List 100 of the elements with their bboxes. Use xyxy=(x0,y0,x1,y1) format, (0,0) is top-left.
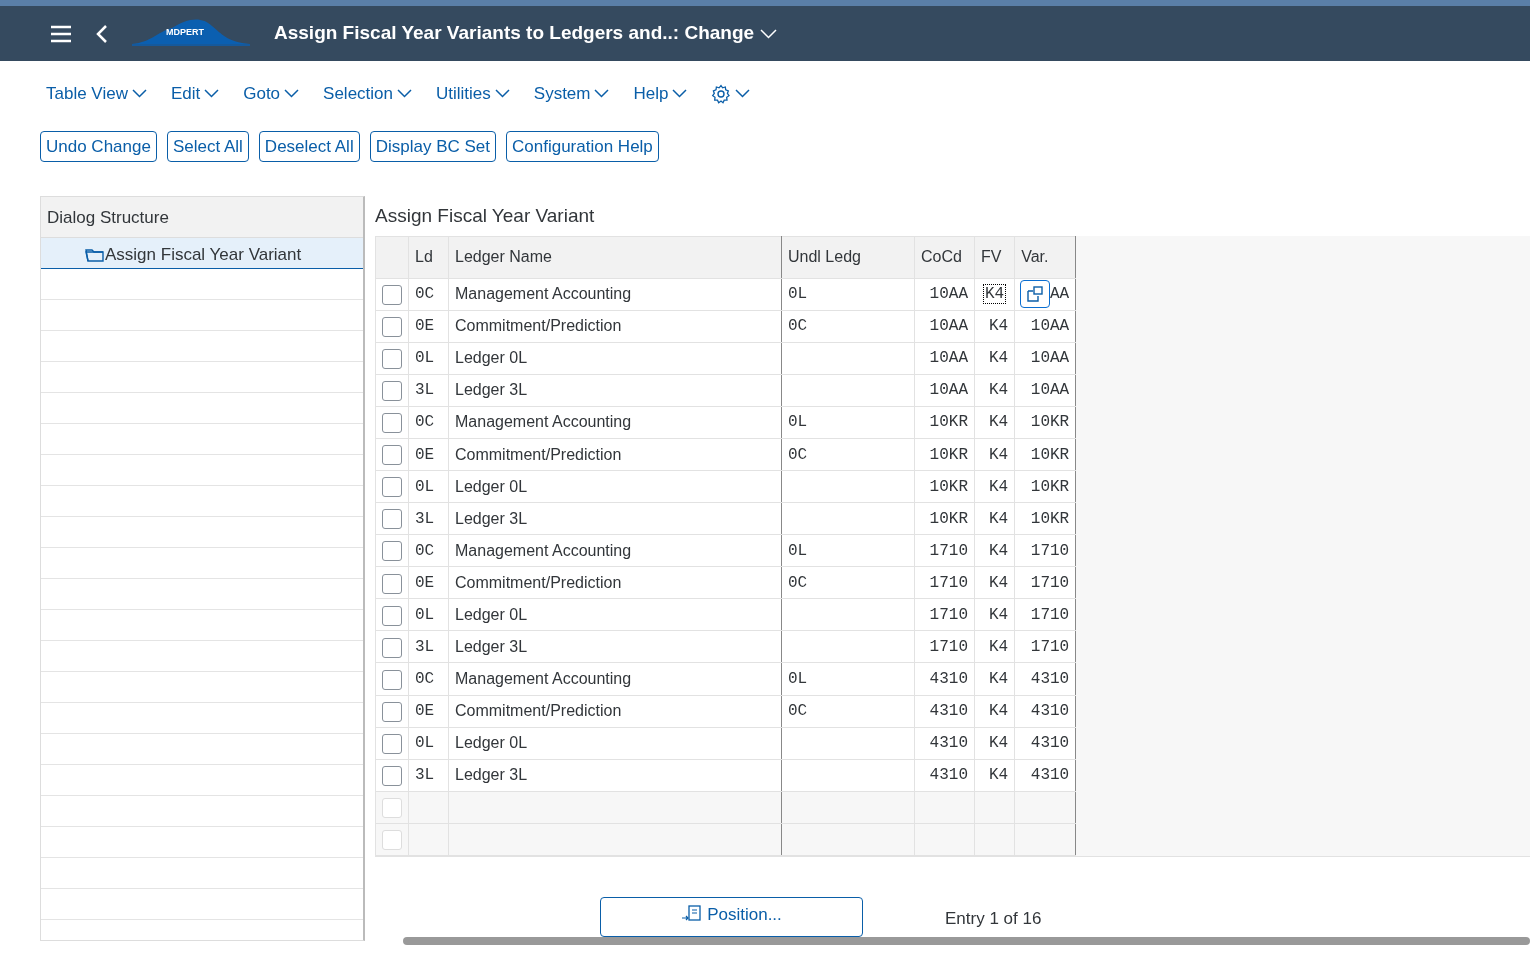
toolbar-button[interactable]: Undo Change xyxy=(40,130,157,162)
menu-item[interactable]: Goto xyxy=(243,79,306,109)
table-cell: K4 xyxy=(989,541,1009,560)
row-checkbox[interactable] xyxy=(382,317,402,338)
table-cell: 0L xyxy=(415,477,435,496)
table-cell: 4310 xyxy=(1030,766,1070,785)
menu-item[interactable]: Table View xyxy=(46,79,153,109)
table-cell: K4 xyxy=(989,702,1009,721)
table-cell: K4 xyxy=(989,605,1009,624)
table-cell: 1710 xyxy=(1030,541,1070,560)
chevron-down-icon xyxy=(594,89,610,99)
row-checkbox[interactable] xyxy=(382,669,402,690)
table-cell: 1710 xyxy=(929,573,968,592)
popup-icon xyxy=(1026,285,1044,304)
row-checkbox[interactable] xyxy=(382,637,402,658)
column-header[interactable]: Var. xyxy=(1014,236,1076,279)
settings-icon xyxy=(711,83,732,104)
menu-item[interactable]: Edit xyxy=(170,79,226,109)
toolbar-button[interactable]: Configuration Help xyxy=(506,130,659,162)
toolbar-button[interactable]: Deselect All xyxy=(258,130,360,162)
column-header[interactable]: Ld xyxy=(408,236,449,279)
menu-item[interactable]: Utilities xyxy=(436,79,516,109)
table-cell: K4 xyxy=(989,317,1009,336)
table-cell: 0E xyxy=(415,317,435,336)
table-cell: 10KR xyxy=(1030,477,1070,496)
app-title[interactable]: Assign Fiscal Year Variants to Ledgers and..: Change xyxy=(274,19,755,48)
table-cell: 10AA xyxy=(1030,317,1070,336)
table-cell: 1710 xyxy=(929,605,968,624)
table-cell: K4 xyxy=(989,445,1009,464)
table-cell: 4310 xyxy=(1030,734,1070,753)
table-cell: K4 xyxy=(989,413,1009,432)
table-cell: 10KR xyxy=(929,445,968,464)
table-cell: 10AA xyxy=(929,317,968,336)
row-checkbox[interactable] xyxy=(382,477,402,498)
table-cell: Management Accounting xyxy=(455,541,632,559)
position-icon xyxy=(681,905,704,923)
table-cell: K4 xyxy=(989,477,1009,496)
chevron-down-icon xyxy=(284,89,300,99)
table-cell: 4310 xyxy=(1030,669,1070,688)
column-header[interactable]: Ledger Name xyxy=(448,236,782,279)
table-cell: 0C xyxy=(415,413,435,432)
position-button[interactable]: Position... xyxy=(600,897,863,937)
table-cell: 10AA xyxy=(929,285,968,304)
table-cell: K4 xyxy=(989,766,1009,785)
toolbar-button[interactable]: Select All xyxy=(166,130,249,162)
row-checkbox[interactable] xyxy=(382,413,402,434)
row-checkbox[interactable] xyxy=(382,509,402,530)
table-cell: K4 xyxy=(989,637,1009,656)
table-cell: Ledger 0L xyxy=(455,605,528,623)
table-cell: 0E xyxy=(415,573,435,592)
table-cell: 10KR xyxy=(929,413,968,432)
table-cell: Commitment/Prediction xyxy=(455,573,622,591)
table-cell: Commitment/Prediction xyxy=(455,702,622,720)
table-cell: 0C xyxy=(415,285,435,304)
chevron-down-icon xyxy=(735,89,751,99)
table-cell: 4310 xyxy=(1030,702,1070,721)
table-cell: 0C xyxy=(415,669,435,688)
row-checkbox[interactable] xyxy=(382,605,402,626)
table-cell: 0E xyxy=(415,445,435,464)
popup-button[interactable] xyxy=(1020,280,1050,309)
table-cell: AA xyxy=(1050,285,1070,304)
tree-item[interactable]: Assign Fiscal Year Variant xyxy=(41,238,363,269)
horizontal-scrollbar[interactable] xyxy=(403,937,1530,945)
row-checkbox[interactable] xyxy=(382,541,402,562)
row-checkbox[interactable] xyxy=(382,573,402,594)
table-cell: K4 xyxy=(989,509,1009,528)
table-cell: 1710 xyxy=(929,637,968,656)
row-checkbox[interactable] xyxy=(382,381,402,402)
toolbar-button[interactable]: Display BC Set xyxy=(369,130,496,162)
column-header[interactable]: CoCd xyxy=(914,236,975,279)
row-checkbox[interactable] xyxy=(382,445,402,466)
table-cell: 0L xyxy=(415,349,435,368)
table-cell: 10KR xyxy=(1030,445,1070,464)
menu-item[interactable]: Selection xyxy=(323,79,418,109)
column-header[interactable]: FV xyxy=(974,236,1015,279)
table-cell: 3L xyxy=(415,381,435,400)
row-checkbox[interactable] xyxy=(382,349,402,370)
table-cell: Ledger 3L xyxy=(455,637,528,655)
table-cell: K4 xyxy=(989,573,1009,592)
menu-item[interactable]: Help xyxy=(633,79,694,109)
table-cell: K4 xyxy=(989,669,1009,688)
row-checkbox[interactable] xyxy=(382,285,402,305)
table-cell: Ledger 0L xyxy=(455,349,528,367)
table-cell: 0C xyxy=(788,317,808,336)
table-cell: Ledger 0L xyxy=(455,477,528,495)
table-cell: Management Accounting xyxy=(455,413,632,431)
table-cell: Commitment/Prediction xyxy=(455,317,622,335)
table-cell: K4 xyxy=(989,381,1009,400)
row-checkbox[interactable] xyxy=(382,733,402,754)
chevron-down-icon xyxy=(672,89,688,99)
table-cell: K4 xyxy=(981,282,1009,307)
table-cell: 10AA xyxy=(1030,349,1070,368)
table-cell: K4 xyxy=(989,734,1009,753)
table-cell: 1710 xyxy=(1030,605,1070,624)
column-header[interactable]: Undl Ledg xyxy=(781,236,915,279)
row-checkbox[interactable] xyxy=(382,765,402,786)
chevron-down-icon xyxy=(397,89,412,99)
row-checkbox[interactable] xyxy=(382,701,402,722)
menu-item[interactable]: System xyxy=(533,79,616,109)
table-cell: 0C xyxy=(415,541,435,560)
